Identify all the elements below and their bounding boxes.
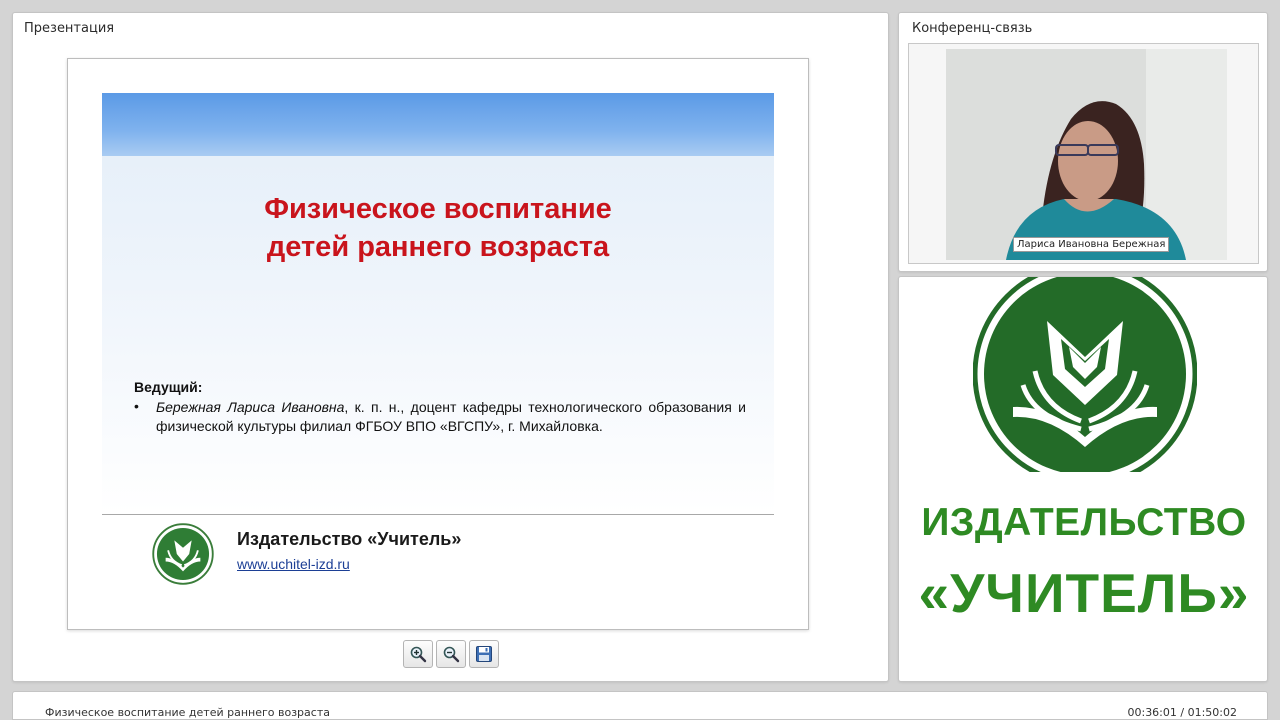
conference-panel: Конференц-связь Лариса Ивановна Бережная [898,12,1268,272]
publisher-logo-icon [152,523,214,585]
video-frame: Лариса Ивановна Бережная [908,43,1259,264]
zoom-in-button[interactable] [403,640,433,668]
host-block: Ведущий: • Бережная Лариса Ивановна, к. … [134,379,746,436]
slide-header-bar [102,93,774,156]
slide-title-area: Физическое воспитание детей раннего возр… [102,93,774,513]
logo-word-uchitel: «УЧИТЕЛЬ» [918,562,1250,624]
slide-title-line-1: Физическое воспитание [264,193,612,225]
speaker-video-image [946,49,1227,260]
host-name: Бережная Лариса Ивановна [156,399,345,415]
publisher-url-link[interactable]: www.uchitel-izd.ru [237,556,350,572]
slide-divider [102,514,774,515]
playback-time: 00:36:01 / 01:50:02 [1127,706,1237,719]
publisher-logo-panel: ИЗДАТЕЛЬСТВО «УЧИТЕЛЬ» [898,276,1268,682]
zoom-out-button[interactable] [436,640,466,668]
host-heading: Ведущий: [134,379,203,395]
host-list-item: • Бережная Лариса Ивановна, к. п. н., до… [134,398,746,436]
bullet-icon: • [134,398,139,414]
floppy-disk-icon [476,646,492,662]
status-bar: Физическое воспитание детей раннего возр… [12,691,1268,720]
webcam-video[interactable]: Лариса Ивановна Бережная [946,49,1227,260]
publisher-name: Издательство «Учитель» [237,529,462,549]
slide-title: Физическое воспитание детей раннего возр… [102,190,774,266]
slide-title-line-2: детей раннего возраста [266,231,610,263]
logo-word-publisher: ИЗДАТЕЛЬСТВО [921,501,1247,544]
presentation-panel: Презентация Физическое воспитание детей … [12,12,889,682]
host-text: Бережная Лариса Ивановна, к. п. н., доце… [156,398,746,436]
presentation-panel-title: Презентация [24,21,115,36]
zoom-in-icon [410,646,427,663]
save-button[interactable] [469,640,499,668]
zoom-out-icon [443,646,460,663]
conference-panel-title: Конференц-связь [912,21,1033,36]
status-title: Физическое воспитание детей раннего возр… [45,706,330,719]
presentation-slide: Физическое воспитание детей раннего возр… [67,58,809,630]
slide-toolbar [403,640,499,668]
publisher-emblem-icon [973,277,1197,472]
speaker-name-label: Лариса Ивановна Бережная [1013,237,1170,252]
